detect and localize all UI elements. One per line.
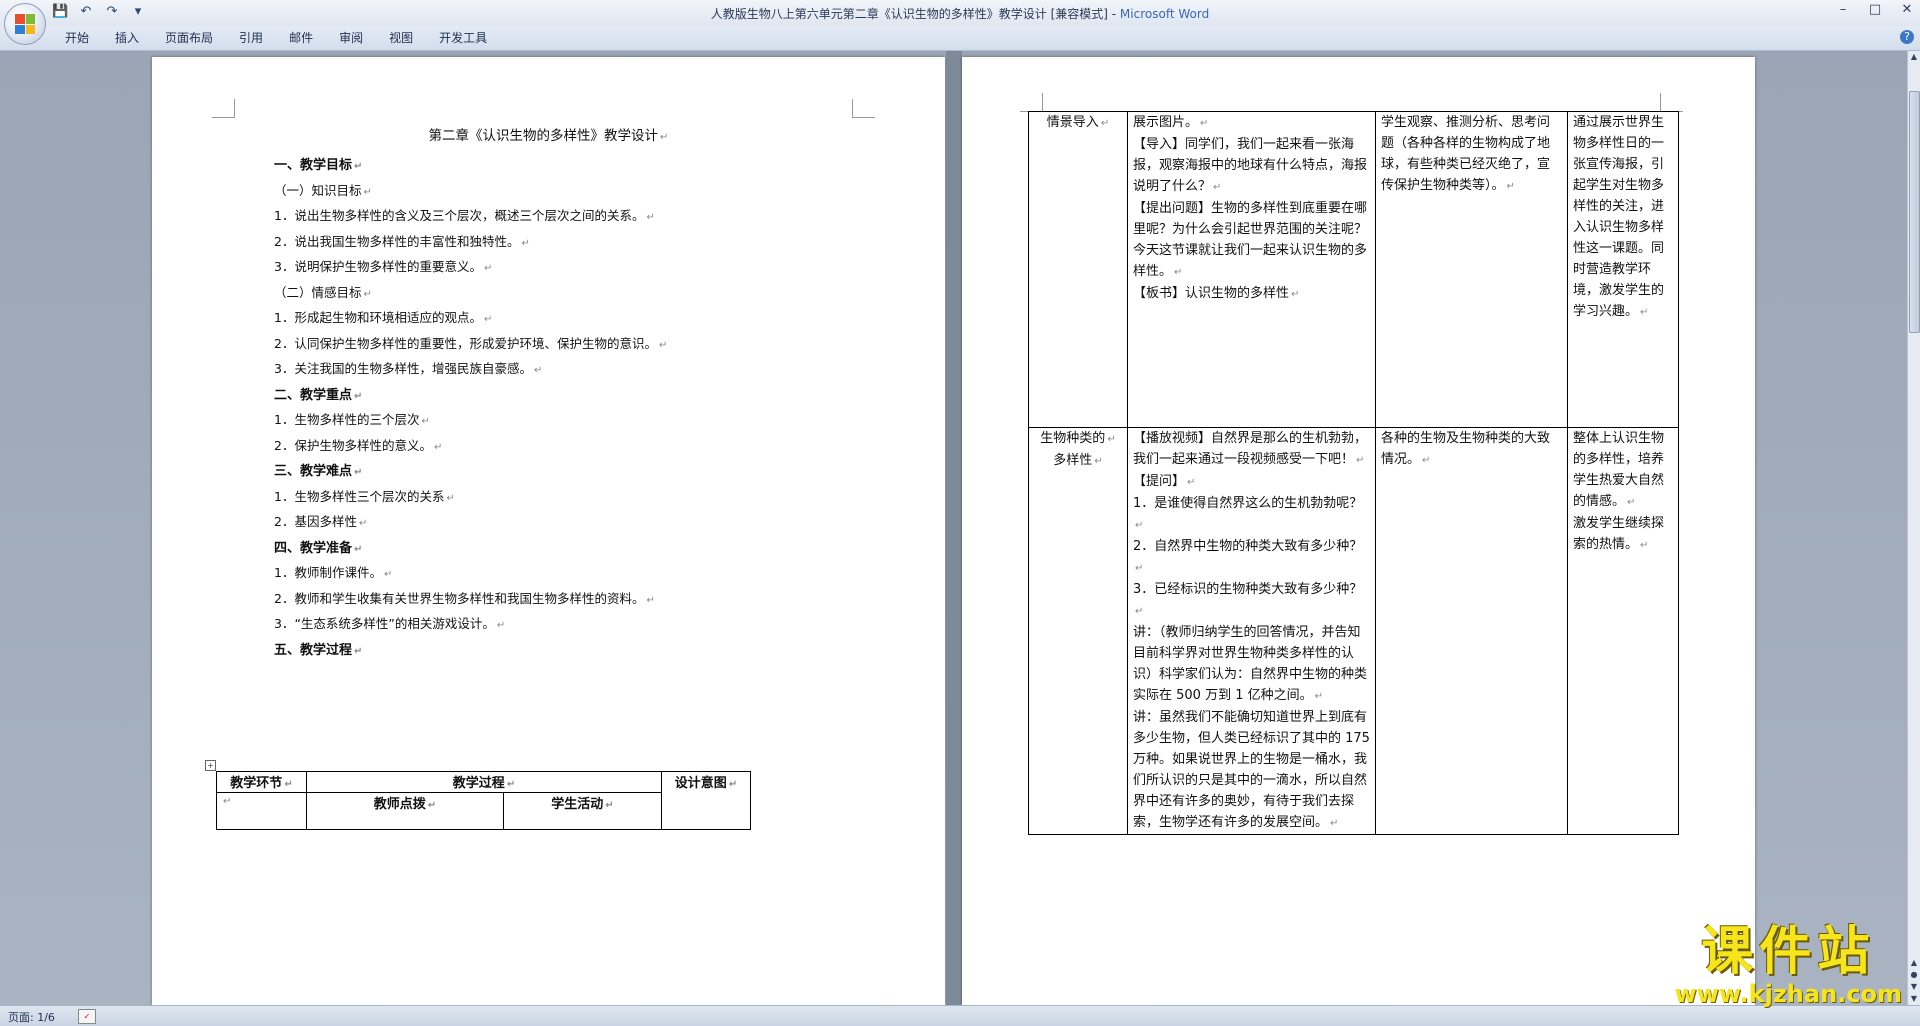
margin-corner-mark [212,99,235,118]
margin-corner-mark [852,99,875,118]
process-table-header: 教学环节 ↵ 教学过程 ↵ 设计意图 ↵ ↵ 教师点拨 ↵ 学生活动 ↵ [216,771,751,830]
section-heading: 三、教学难点 ↵ [274,464,363,479]
paragraph-line: 1．教师制作课件。 ↵ [274,565,393,580]
close-icon[interactable]: ✕ [1900,2,1914,17]
section-heading: 二、教学重点 ↵ [274,387,363,403]
status-bar: 页面: 1/6 ✓ [0,1005,1920,1026]
table-header-cell: 教学环节 ↵ [216,771,307,793]
table-cell-teacher: 【播放视频】自然界是那么的生机勃勃，我们一起来通过一段视频感受一下吧！ ↵ 【提问】… [1127,427,1376,835]
maximize-icon[interactable]: □ [1868,2,1882,17]
table-header-cell: 教师点拨 ↵ [306,792,504,830]
browse-object-icon[interactable]: ● [1908,969,1920,981]
paragraph-line: 1．生物多样性的三个层次 ↵ [274,412,430,427]
paragraph-line: （二）情感目标 ↵ [274,284,372,300]
title-bar: 💾 ↶ ↷ ▾ 人教版生物八上第六单元第二章《认识生物的多样性》教学设计 [兼容… [0,0,1920,27]
paragraph-line: 3．说明保护生物多样性的重要意义。 ↵ [274,259,493,274]
tab-insert[interactable]: 插入 [102,30,152,46]
document-area: 第二章《认识生物的多样性》教学设计 ↵ 一、教学目标 ↵ （一）知识目标 ↵ 1．说出生物… [0,51,1908,1005]
section-heading: 五、教学过程 ↵ [274,642,363,658]
tab-review[interactable]: 审阅 [326,30,376,46]
section-heading: 一、教学目标 ↵ [274,158,363,173]
table-cell-teacher: 展示图片。 ↵ 【导入】同学们，我们一起来看一张海报，观察海报中的地球有什么特点，海… [1127,111,1376,428]
paragraph-line: 2．基因多样性 ↵ [274,514,368,529]
table-cell: ↵ [216,792,307,830]
paragraph-line: 1．形成起生物和环境相适应的观点。 ↵ [274,310,493,325]
table-cell-student: 各种的生物及生物种类的大致情况。 ↵ [1375,427,1568,835]
paragraph-line: 3．关注我国的生物多样性，增强民族自豪感。 ↵ [274,361,543,376]
document-page-2[interactable]: 情景导入 ↵ 展示图片。 ↵ 【导入】同学们，我们一起来看一张海报，观察海报中的地球有什… [962,57,1755,1005]
window-title: 人教版生物八上第六单元第二章《认识生物的多样性》教学设计 [兼容模式] - Mi… [710,7,1210,21]
window-controls: – □ ✕ [1836,2,1914,17]
paragraph-line: （一）知识目标 ↵ [274,182,372,198]
paragraph-line: 2．教师和学生收集有关世界生物多样性和我国生物多样性的资料。 ↵ [274,590,655,606]
paragraph-line: 3．“生态系统多样性”的相关游戏设计。 ↵ [274,616,506,631]
document-page-1[interactable]: 第二章《认识生物的多样性》教学设计 ↵ 一、教学目标 ↵ （一）知识目标 ↵ 1．说出生物… [152,57,945,1005]
table-cell-stage: 生物种类的 ↵ 多样性 ↵ [1028,427,1128,835]
margin-corner-mark [1020,93,1043,112]
page-gap [946,51,962,1005]
office-button[interactable] [4,3,46,45]
table-cell-stage: 情景导入 ↵ [1028,111,1128,428]
paragraph-line: 2．认同保护生物多样性的重要性，形成爱护环境、保护生物的意识。 ↵ [274,335,668,351]
scroll-up-icon[interactable]: ▲ [1908,51,1920,63]
paragraph-line: 2．保护生物多样性的意义。 ↵ [274,437,443,453]
next-page-icon[interactable]: ▼ [1908,981,1920,993]
watermark-text: 课件站 [1701,922,1876,982]
tab-developer[interactable]: 开发工具 [426,30,500,46]
table-cell-student: 学生观察、推测分析、思考问题（各种各样的生物构成了地球，有些种类已经灭绝了，宣传… [1375,111,1568,428]
vertical-scrollbar[interactable]: ▲ ▲ ● ▼ ▼ [1907,51,1920,1005]
table-row: 情景导入 ↵ 展示图片。 ↵ 【导入】同学们，我们一起来看一张海报，观察海报中的地球有什… [1028,111,1679,428]
page-count-status[interactable]: 页面: 1/6 [8,1009,55,1025]
table-header-cell: 教学过程 ↵ [306,771,662,793]
margin-corner-mark [1660,93,1683,112]
scroll-thumb[interactable] [1909,91,1920,333]
paragraph-line: 1．说出生物多样性的含义及三个层次，概述三个层次之间的关系。 ↵ [274,208,655,223]
proofing-icon[interactable]: ✓ [78,1009,96,1024]
help-icon[interactable]: ? [1900,30,1914,44]
office-logo-icon [15,14,35,34]
table-cell-purpose: 整体上认识生物的多样性，培养学生热爱大自然的情感。 ↵ 激发学生继续探索的热情。 ↵ [1567,427,1679,835]
table-header-cell: 设计意图 ↵ [661,771,751,830]
table-row: 生物种类的 ↵ 多样性 ↵ 【播放视频】自然界是那么的生机勃勃，我们一起来通过一段视频感… [1028,427,1679,835]
paragraph-line: 1．生物多样性三个层次的关系 ↵ [274,488,455,504]
site-watermark: 课件站 www.kjzhan.com [1675,923,1902,1007]
section-heading: 四、教学准备 ↵ [274,540,363,556]
tab-view[interactable]: 视图 [376,30,426,46]
tab-references[interactable]: 引用 [226,30,276,46]
table-cell-purpose: 通过展示世界生物多样性日的一张宣传海报，引起学生对生物多样性的关注，进入认识生物… [1567,111,1679,428]
tab-page-layout[interactable]: 页面布局 [152,30,226,46]
process-table: 情景导入 ↵ 展示图片。 ↵ 【导入】同学们，我们一起来看一张海报，观察海报中的地球有什… [1028,111,1679,835]
scroll-down-icon[interactable]: ▼ [1908,993,1920,1005]
document-title: 第二章《认识生物的多样性》教学设计 ↵ [428,128,669,144]
minimize-icon[interactable]: – [1836,2,1850,17]
ribbon-tabs: 开始 插入 页面布局 引用 邮件 审阅 视图 开发工具 ? [0,26,1920,51]
watermark-url: www.kjzhan.com [1674,980,1902,1008]
prev-page-icon[interactable]: ▲ [1908,957,1920,969]
table-header-cell: 学生活动 ↵ [502,792,663,830]
tab-mailings[interactable]: 邮件 [276,30,326,46]
tab-home[interactable]: 开始 [52,30,102,46]
table-move-handle[interactable]: + [205,760,216,771]
paragraph-line: 2．说出我国生物多样性的丰富性和独特性。 ↵ [274,233,530,249]
